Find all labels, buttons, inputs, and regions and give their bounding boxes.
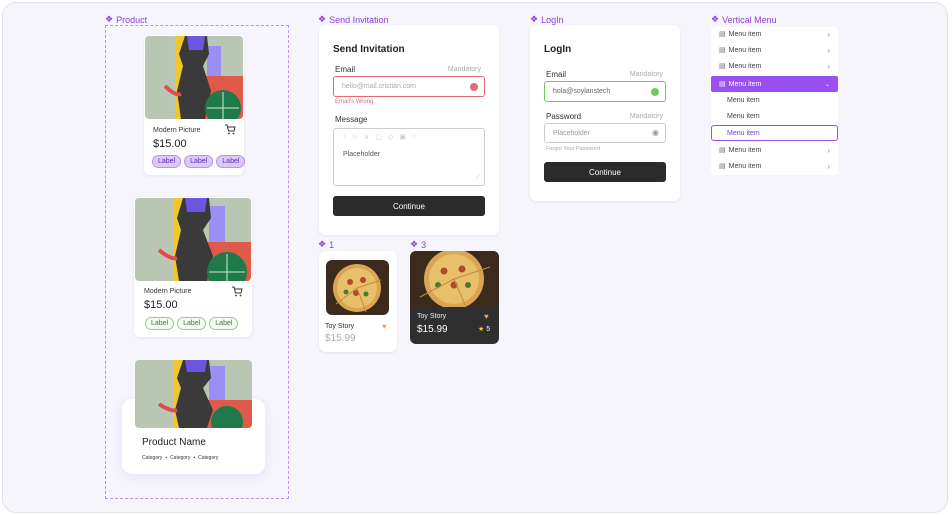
mandatory-text: Mandatory bbox=[629, 113, 663, 120]
submenu-item-focused[interactable]: Menu item bbox=[711, 125, 838, 141]
label-chip[interactable]: Label bbox=[177, 317, 207, 330]
resize-handle[interactable]: ⟋ bbox=[476, 175, 480, 182]
diamond-icon: ❖ bbox=[318, 239, 327, 249]
label-chip[interactable]: Label bbox=[216, 155, 246, 168]
frame-label-send-invitation[interactable]: ❖ Send Invitation bbox=[318, 14, 389, 25]
diamond-icon: ❖ bbox=[711, 14, 720, 24]
chevron-down-icon: ⌄ bbox=[824, 81, 830, 88]
food-price: $15.99 bbox=[325, 333, 356, 344]
diamond-icon: ❖ bbox=[105, 14, 114, 24]
message-textarea[interactable]: ᶦ☺∨▢◇▣○ Placeholder ⟋ bbox=[333, 128, 485, 186]
email-value: hola@soylanstech bbox=[553, 88, 611, 95]
product-name-title: Product Name bbox=[142, 437, 206, 448]
chevron-right-icon: › bbox=[827, 161, 830, 171]
menu-item-icon: ▤ bbox=[719, 47, 726, 54]
forgot-password-link[interactable]: Forgot Your Password bbox=[546, 146, 600, 152]
food-title: Toy Story bbox=[417, 313, 447, 320]
label-chip[interactable]: Label bbox=[184, 155, 214, 168]
product-price: $15.00 bbox=[153, 138, 187, 150]
menu-item-icon: ▤ bbox=[719, 163, 726, 170]
login-title: LogIn bbox=[544, 44, 572, 55]
product-title: Modern Picture bbox=[144, 288, 192, 295]
cart-icon[interactable] bbox=[224, 124, 236, 135]
product-price: $15.00 bbox=[144, 299, 178, 311]
product-labels: Label Label Label bbox=[145, 317, 239, 330]
password-placeholder: Placeholder bbox=[553, 129, 590, 137]
category-text: Category bbox=[142, 455, 163, 461]
mandatory-text: Mandatory bbox=[447, 66, 481, 73]
menu-item[interactable]: ▤ Menu item › bbox=[711, 159, 838, 173]
menu-item-icon: ▤ bbox=[719, 63, 726, 70]
label-chip[interactable]: Label bbox=[145, 317, 175, 330]
product-image bbox=[145, 36, 243, 119]
password-field[interactable]: Placeholder ◉ bbox=[544, 123, 666, 143]
message-label: Message bbox=[335, 115, 368, 124]
product-title: Modern Picture bbox=[153, 127, 201, 134]
frame-label-product[interactable]: ❖ Product bbox=[105, 14, 147, 25]
menu-item-active[interactable]: ▤ Menu item ⌄ bbox=[711, 76, 838, 92]
star-icon: ★ bbox=[478, 326, 485, 333]
message-placeholder: Placeholder bbox=[343, 151, 380, 158]
submenu-item[interactable]: Menu item bbox=[711, 109, 838, 123]
continue-button[interactable]: Continue bbox=[333, 196, 485, 216]
cart-icon[interactable] bbox=[231, 286, 243, 297]
frame-label-food-1[interactable]: ❖ 1 bbox=[318, 239, 334, 250]
menu-item[interactable]: ▤ Menu item › bbox=[711, 27, 838, 41]
email-error: Email's Wrong bbox=[335, 99, 374, 105]
category-text: Category bbox=[198, 455, 219, 461]
menu-item-icon: ▤ bbox=[719, 147, 726, 154]
frame-label-login[interactable]: ❖ LogIn bbox=[530, 14, 564, 25]
food-image bbox=[326, 260, 389, 315]
send-invitation-title: Send Invitation bbox=[333, 44, 405, 55]
email-field[interactable]: hello@mail.cristian.com bbox=[333, 76, 485, 97]
check-icon bbox=[651, 88, 659, 96]
continue-button[interactable]: Continue bbox=[544, 162, 666, 182]
eye-icon[interactable]: ◉ bbox=[652, 128, 659, 137]
menu-item[interactable]: ▤ Menu item › bbox=[711, 59, 838, 73]
email-placeholder: hello@mail.cristian.com bbox=[342, 83, 417, 90]
heart-icon[interactable]: ♥ bbox=[382, 322, 387, 331]
category-text: Category bbox=[170, 455, 191, 461]
submenu-item[interactable]: Menu item bbox=[711, 93, 838, 107]
food-title: Toy Story bbox=[325, 323, 355, 330]
food-image bbox=[410, 251, 499, 309]
category-separator: • bbox=[165, 455, 168, 461]
formatting-toolbar: ᶦ☺∨▢◇▣○ bbox=[344, 134, 423, 141]
email-label: Email bbox=[335, 65, 356, 74]
chevron-right-icon: › bbox=[827, 145, 830, 155]
chevron-right-icon: › bbox=[827, 61, 830, 71]
product-card[interactable]: Modern Picture $15.00 Label Label Label bbox=[144, 35, 246, 175]
product-image bbox=[135, 198, 251, 281]
rating: ★ 5 bbox=[478, 325, 491, 334]
product-categories: Category • Category • Category bbox=[142, 455, 218, 461]
diamond-icon: ❖ bbox=[530, 14, 539, 24]
mandatory-text: Mandatory bbox=[629, 71, 663, 78]
chevron-right-icon: › bbox=[827, 29, 830, 39]
menu-item-icon: ▤ bbox=[719, 81, 726, 88]
diamond-icon: ❖ bbox=[318, 14, 327, 24]
diamond-icon: ❖ bbox=[410, 239, 419, 249]
product-labels: Label Label Label bbox=[152, 155, 246, 168]
label-chip[interactable]: Label bbox=[209, 317, 239, 330]
category-separator: • bbox=[193, 455, 196, 461]
frame-label-vertical-menu[interactable]: ❖ Vertical Menu bbox=[711, 14, 777, 25]
menu-item[interactable]: ▤ Menu item › bbox=[711, 143, 838, 157]
label-chip[interactable]: Label bbox=[152, 155, 182, 168]
menu-item[interactable]: ▤ Menu item › bbox=[711, 43, 838, 57]
password-label: Password bbox=[546, 112, 582, 121]
product-image bbox=[135, 360, 252, 428]
email-field[interactable]: hola@soylanstech bbox=[544, 81, 666, 102]
product-card[interactable]: Modern Picture $15.00 Label Label Label bbox=[134, 197, 252, 337]
chevron-right-icon: › bbox=[827, 45, 830, 55]
heart-icon[interactable]: ♥ bbox=[484, 312, 489, 321]
error-icon bbox=[470, 83, 478, 91]
email-label: Email bbox=[546, 70, 567, 79]
food-price: $15.99 bbox=[417, 324, 448, 335]
menu-item-icon: ▤ bbox=[719, 31, 726, 38]
frame-label-food-3[interactable]: ❖ 3 bbox=[410, 239, 426, 250]
design-canvas: ❖ Product ❖ Send Invitation ❖ LogIn ❖ Ve… bbox=[2, 2, 948, 513]
